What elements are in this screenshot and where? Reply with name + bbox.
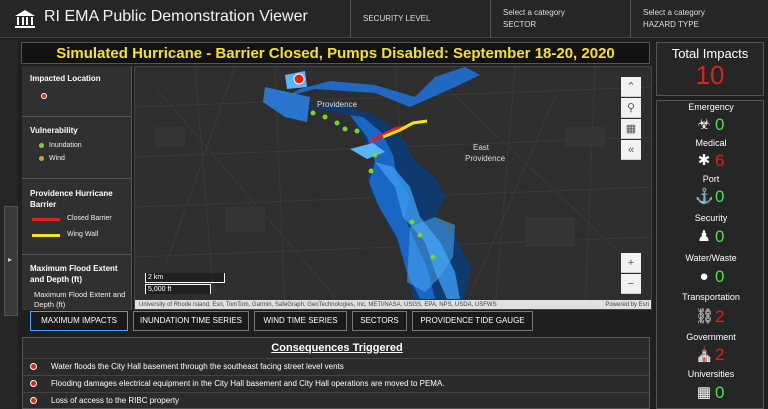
consequences-panel: Consequences Triggered Water floods the … xyxy=(22,337,650,409)
legend-inundation-label: Inundation xyxy=(49,142,82,149)
total-impacts-value: 10 xyxy=(695,60,725,90)
sector-name-port: Port xyxy=(702,174,720,184)
sector-name-security: Security xyxy=(694,213,728,223)
legend-impacted-location-title: Impacted Location xyxy=(30,74,101,83)
sector-value-medical: 6 xyxy=(715,151,725,170)
legend-closed-barrier-label: Closed Barrier xyxy=(67,215,112,222)
tab-providence-tide-gauge[interactable]: PROVIDENCE TIDE GAUGE xyxy=(412,311,533,331)
scale-bar-km: 2 km xyxy=(145,273,225,283)
app-logo-icon xyxy=(15,10,35,28)
hazard-prompt: Select a category xyxy=(643,8,705,17)
total-impacts-card: Total Impacts 10 xyxy=(656,42,764,96)
sector-value-emergency: 0 xyxy=(715,115,725,134)
tab-maximum-impacts[interactable]: MAXIMUM IMPACTS xyxy=(30,311,128,331)
hazard-label: HAZARD TYPE xyxy=(643,20,699,29)
sector-name-medical: Medical xyxy=(695,138,727,148)
sector-value-transportation: 2 xyxy=(715,307,725,326)
basemap-gallery-icon[interactable]: ▦ xyxy=(621,119,641,139)
map-label-east-providence: Providence xyxy=(465,154,506,163)
legend-divider xyxy=(22,254,131,255)
impact-marker-icon xyxy=(30,397,37,404)
map-label-providence: Providence xyxy=(317,100,358,109)
sector-name-government: Government xyxy=(686,332,736,342)
legend-flood-subtitle: Maximum Flood Extent and Depth (ft) xyxy=(34,290,126,309)
biohazard-icon: ☣ xyxy=(697,116,711,133)
total-impacts-label: Total Impacts xyxy=(671,46,749,61)
sector-name-emergency: Emergency xyxy=(688,102,734,112)
anchor-icon: ⚓ xyxy=(695,188,714,205)
legend-barrier-title: Providence Hurricane Barrier xyxy=(30,189,113,209)
government-building-icon: ⛪ xyxy=(695,346,714,363)
expand-panel-tab[interactable]: ▸ xyxy=(4,206,18,316)
list-item[interactable]: Flooding damages electrical equipment in… xyxy=(23,375,649,391)
car-icon: ⛓ xyxy=(695,308,715,325)
hurricane-map[interactable]: Providence East Providence ⌃ ⚲ ▦ « + − 2… xyxy=(134,66,652,310)
sector-name-universities: Universities xyxy=(687,369,735,379)
chevron-right-icon: ▸ xyxy=(8,255,13,264)
sector-impacts-panel: Emergency ☣ 0 Medical ✱ 6 Port ⚓ 0 Secur… xyxy=(656,100,764,409)
tab-inundation-time-series[interactable]: INUNDATION TIME SERIES xyxy=(133,311,249,331)
legend-wing-wall-label: Wing Wall xyxy=(67,231,99,238)
tab-sectors[interactable]: SECTORS xyxy=(352,311,407,331)
list-item[interactable]: Loss of access to the RIBC property xyxy=(23,392,649,408)
impact-marker-icon xyxy=(30,380,37,387)
legend-divider xyxy=(22,178,131,179)
chevrons-left-icon[interactable]: « xyxy=(621,140,641,160)
scenario-banner: Simulated Hurricane - Barrier Closed, Pu… xyxy=(21,42,650,64)
medical-star-icon: ✱ xyxy=(697,152,711,169)
viewer-page: RI EMA Public Demonstration Viewer SECUR… xyxy=(0,0,768,409)
map-legend: Impacted Location Vulnerability Inundati… xyxy=(22,66,132,310)
impacted-location-symbol xyxy=(41,93,47,99)
sector-selector[interactable]: Select a category SECTOR xyxy=(491,0,630,38)
security-level-label: SECURITY LEVEL xyxy=(363,14,431,23)
legend-divider xyxy=(22,116,131,117)
sector-value-government: 2 xyxy=(715,345,725,364)
legend-flood-title: Maximum Flood Extent and Depth (ft) xyxy=(30,264,118,284)
police-officer-icon: ♟ xyxy=(697,228,711,245)
attribution-text: University of Rhode Island, Esri, TomTom… xyxy=(139,302,497,308)
chevrons-up-icon[interactable]: ⌃ xyxy=(621,77,641,97)
scenario-title: Simulated Hurricane - Barrier Closed, Pu… xyxy=(56,45,615,62)
analysis-tabs: MAXIMUM IMPACTS INUNDATION TIME SERIES W… xyxy=(22,311,652,331)
zoom-in-button[interactable]: + xyxy=(621,253,641,273)
sector-name-transportation: Transportation xyxy=(682,292,740,302)
list-item[interactable]: Water floods the City Hall basement thro… xyxy=(23,358,649,374)
sector-value-security: 0 xyxy=(715,227,725,246)
impact-marker-icon xyxy=(30,363,37,370)
security-level-selector[interactable]: SECURITY LEVEL xyxy=(351,0,490,38)
water-drop-icon: ● xyxy=(699,268,709,285)
consequence-text: Loss of access to the RIBC property xyxy=(51,396,180,405)
map-label-east: East xyxy=(473,143,490,152)
sector-label: SECTOR xyxy=(503,20,537,29)
consequences-title: Consequences Triggered xyxy=(271,342,403,354)
app-title: RI EMA Public Demonstration Viewer xyxy=(44,8,308,25)
app-header: RI EMA Public Demonstration Viewer SECUR… xyxy=(0,0,768,38)
consequence-text: Flooding damages electrical equipment in… xyxy=(51,379,445,388)
legend-vulnerability-title: Vulnerability xyxy=(30,126,78,135)
inundation-symbol xyxy=(39,143,44,148)
sector-prompt: Select a category xyxy=(503,8,565,17)
consequence-text: Water floods the City Hall basement thro… xyxy=(51,362,344,371)
hazard-type-selector[interactable]: Select a category HAZARD TYPE xyxy=(631,0,768,38)
sector-value-port: 0 xyxy=(715,187,725,206)
tab-wind-time-series[interactable]: WIND TIME SERIES xyxy=(254,311,347,331)
legend-wind-label: Wind xyxy=(49,155,65,162)
closed-barrier-symbol xyxy=(32,218,60,221)
sector-name-water-waste: Water/Waste xyxy=(685,253,737,263)
university-building-icon: ▦ xyxy=(696,384,712,401)
powered-by-esri[interactable]: Powered by Esri xyxy=(605,300,649,309)
wing-wall-symbol xyxy=(32,234,60,237)
wind-symbol xyxy=(39,156,44,161)
search-icon[interactable]: ⚲ xyxy=(621,98,641,118)
left-sidebar-strip: ▸ xyxy=(0,40,18,409)
zoom-out-button[interactable]: − xyxy=(621,274,641,294)
sector-value-universities: 0 xyxy=(715,383,725,402)
sector-value-water-waste: 0 xyxy=(715,267,725,286)
map-attribution: University of Rhode Island, Esri, TomTom… xyxy=(135,300,651,309)
scale-bar-ft: 5,000 ft xyxy=(145,284,211,294)
